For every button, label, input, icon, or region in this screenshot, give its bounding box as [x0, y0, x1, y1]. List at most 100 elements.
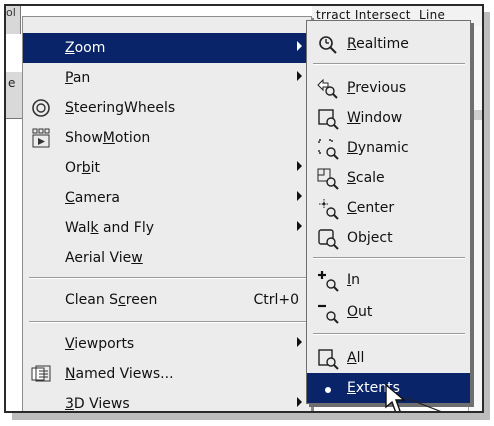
submenu-item-label: Out: [347, 304, 372, 320]
mnemonic: M: [102, 130, 115, 146]
menu-item-label: Pan: [65, 70, 90, 86]
menu-item-viewports[interactable]: Viewports: [23, 329, 311, 359]
submenu-item-label: Object: [347, 230, 393, 246]
submenu-separator: [313, 257, 465, 259]
submenu-item-in[interactable]: In: [307, 265, 470, 295]
menu-item-label: Walk and Fly: [65, 220, 154, 236]
menu-item-clean-screen[interactable]: Clean Screen Ctrl+0: [23, 285, 311, 315]
screenshot-frame: ol e trract Intersect Line Zoom Pan Stee…: [4, 4, 484, 413]
mnemonic: A: [347, 350, 357, 366]
label-text: ynamic: [357, 140, 409, 156]
menu-item-3d-views[interactable]: 3D Views: [23, 389, 311, 411]
menu-item-steeringwheels[interactable]: SteeringWheels: [23, 93, 311, 123]
menu-item-label: Aerial View: [65, 250, 143, 266]
label-text: oom: [74, 40, 106, 56]
label-text: Or: [65, 160, 82, 176]
zoom-center-icon: [319, 199, 339, 220]
label-text: Aerial Vie: [65, 250, 132, 266]
submenu-item-previous[interactable]: Previous: [307, 73, 470, 103]
label-text: teeringWheels: [73, 100, 176, 116]
mnemonic: b: [81, 160, 91, 176]
mnemonic: c: [118, 292, 126, 308]
submenu-item-label: All: [347, 350, 364, 366]
submenu-item-label: Center: [347, 200, 394, 216]
submenu-item-realtime[interactable]: Realtime: [307, 29, 470, 59]
menu-separator: [29, 277, 307, 279]
menu-item-label: ShowMotion: [65, 130, 150, 146]
submenu-item-label: Realtime: [347, 36, 409, 52]
zoom-submenu: Realtime Previous Window Dynamic Scale C…: [306, 20, 471, 404]
submenu-item-window[interactable]: Window: [307, 103, 470, 133]
submenu-item-label: Window: [347, 110, 402, 126]
menu-item-showmotion[interactable]: ShowMotion: [23, 123, 311, 153]
zoom-realtime-icon: [319, 36, 337, 54]
menu-item-pan[interactable]: Pan: [23, 63, 311, 93]
showmotion-icon: [32, 128, 50, 148]
zoom-window-icon: [318, 109, 339, 130]
background-glyph: ol: [6, 6, 16, 19]
view-menu: Zoom Pan SteeringWheels ShowMotion Orbit…: [22, 16, 312, 411]
submenu-separator: [313, 333, 465, 335]
submenu-arrow-icon: [297, 161, 302, 171]
menu-item-named-views[interactable]: Named Views...: [23, 359, 311, 389]
background-toolbar-fragment: ol: [6, 6, 21, 34]
menu-item-orbit[interactable]: Orbit: [23, 153, 311, 183]
label-text: Show: [65, 130, 103, 146]
frame-shadow-right: [484, 12, 490, 418]
submenu-separator: [313, 63, 465, 65]
background-side-letter: e: [8, 76, 16, 90]
mnemonic: Z: [65, 40, 75, 56]
submenu-item-center[interactable]: Center: [307, 193, 470, 223]
mnemonic: P: [347, 80, 356, 96]
submenu-item-dynamic[interactable]: Dynamic: [307, 133, 470, 163]
menu-item-aerial-view[interactable]: Aerial View: [23, 243, 311, 273]
mnemonic: C: [347, 200, 357, 216]
mnemonic: E: [347, 380, 356, 396]
submenu-arrow-icon: [297, 71, 302, 81]
menu-item-camera[interactable]: Camera: [23, 183, 311, 213]
label-text: it: [90, 160, 101, 176]
mnemonic: k: [90, 220, 99, 236]
background-right-marker: [469, 110, 482, 120]
label-text: Clean S: [65, 292, 119, 308]
submenu-item-scale[interactable]: Scale: [307, 163, 470, 193]
mnemonic: S: [65, 100, 74, 116]
menu-item-label: Orbit: [65, 160, 100, 176]
menu-item-label: Zoom: [65, 40, 105, 56]
submenu-item-label: Dynamic: [347, 140, 409, 156]
mnemonic: N: [65, 366, 76, 382]
label-text: enter: [356, 200, 395, 216]
menu-item-walk-and-fly[interactable]: Walk and Fly: [23, 213, 311, 243]
frame-shadow-bottom: [12, 412, 490, 420]
mnemonic: P: [65, 70, 73, 86]
label-text: amed Views...: [75, 366, 174, 382]
submenu-item-label: In: [347, 272, 360, 288]
submenu-item-all[interactable]: All: [307, 343, 470, 373]
zoom-in-icon: [318, 271, 339, 292]
submenu-item-out[interactable]: Out: [307, 297, 470, 327]
mnemonic: O: [347, 304, 359, 320]
zoom-dynamic-icon: [318, 139, 339, 160]
pointer-trail: [405, 397, 442, 411]
label-text: reen: [125, 292, 158, 308]
zoom-object-icon: [318, 229, 339, 250]
label-text: iewports: [74, 336, 135, 352]
zoom-extents-icon: [325, 387, 331, 393]
label-text: and Fly: [98, 220, 154, 236]
mnemonic: w: [131, 250, 143, 266]
mouse-pointer-icon: [385, 383, 406, 411]
submenu-item-object[interactable]: Object: [307, 223, 470, 253]
zoom-previous-icon: [317, 78, 338, 99]
submenu-arrow-icon: [297, 397, 302, 407]
mnemonic: D: [347, 140, 358, 156]
label-text: ut: [358, 304, 373, 320]
submenu-arrow-icon: [297, 221, 302, 231]
menu-item-zoom[interactable]: Zoom: [23, 33, 311, 63]
zoom-scale-icon: [317, 168, 339, 190]
submenu-arrow-icon: [297, 337, 302, 347]
named-views-icon: [31, 365, 51, 382]
submenu-arrow-icon: [297, 41, 302, 51]
label-text: an: [72, 70, 91, 86]
mnemonic: C: [65, 190, 75, 206]
steering-wheel-icon: [32, 99, 50, 117]
